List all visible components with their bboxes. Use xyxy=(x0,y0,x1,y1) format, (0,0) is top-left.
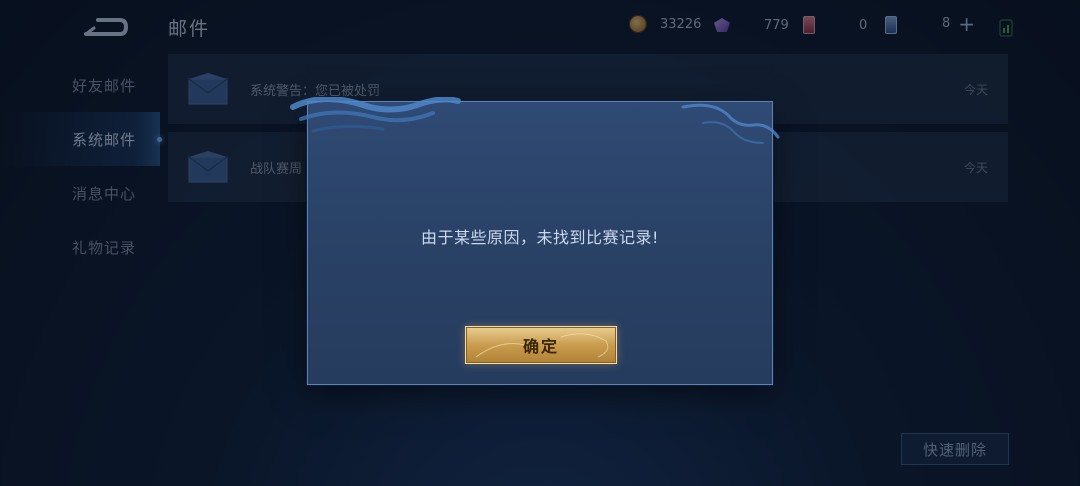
gold-currency: 33226 xyxy=(630,16,701,32)
sidebar: 好友邮件 系统邮件 消息中心 礼物记录 xyxy=(0,58,162,274)
diamond-amount: 779 xyxy=(764,17,789,33)
alert-dialog: 由于某些原因，未找到比赛记录! 确定 xyxy=(290,97,780,385)
back-button[interactable] xyxy=(80,12,130,40)
blue-ticket-icon xyxy=(885,16,898,34)
sidebar-item-label: 消息中心 xyxy=(72,184,137,203)
sidebar-item-friend-mail[interactable]: 好友邮件 xyxy=(0,58,160,112)
dialog-message: 由于某些原因，未找到比赛记录! xyxy=(421,228,659,247)
confirm-button[interactable]: 确定 xyxy=(465,326,617,364)
page-title: 邮件 xyxy=(168,18,211,40)
mail-subject: 战队赛周 xyxy=(250,161,303,177)
cloud-ornament-icon xyxy=(290,97,780,144)
points-currency[interactable]: 8 + xyxy=(942,14,975,34)
envelope-icon xyxy=(188,151,228,183)
red-ticket-icon xyxy=(802,16,815,34)
gold-amount: 33226 xyxy=(660,16,702,32)
mail-subject: 系统警告：您已被处罚 xyxy=(250,83,381,99)
mail-date: 今天 xyxy=(963,160,988,175)
diamond-currency: 779 xyxy=(714,16,815,34)
sidebar-item-gift-records[interactable]: 礼物记录 xyxy=(0,220,160,274)
diamond-gem-icon xyxy=(714,18,730,32)
sidebar-item-label: 好友邮件 xyxy=(72,76,137,95)
points-amount: 8 xyxy=(942,16,951,31)
sidebar-item-label: 礼物记录 xyxy=(72,238,137,257)
gold-coin-icon xyxy=(630,16,646,32)
plus-icon[interactable]: + xyxy=(958,14,975,34)
sidebar-item-message-center[interactable]: 消息中心 xyxy=(0,166,160,220)
signal-icon xyxy=(998,16,1014,38)
envelope-icon xyxy=(188,73,228,105)
sidebar-item-system-mail[interactable]: 系统邮件 xyxy=(0,112,162,166)
blue-ticket-currency: 0 xyxy=(859,16,898,34)
quick-delete-button[interactable]: 快速删除 xyxy=(901,433,1009,465)
mail-date: 今天 xyxy=(963,82,988,97)
confirm-label: 确定 xyxy=(522,337,559,356)
back-arrow-icon xyxy=(84,18,129,36)
ticket-amount: 0 xyxy=(859,17,868,33)
sidebar-item-label: 系统邮件 xyxy=(72,130,137,149)
